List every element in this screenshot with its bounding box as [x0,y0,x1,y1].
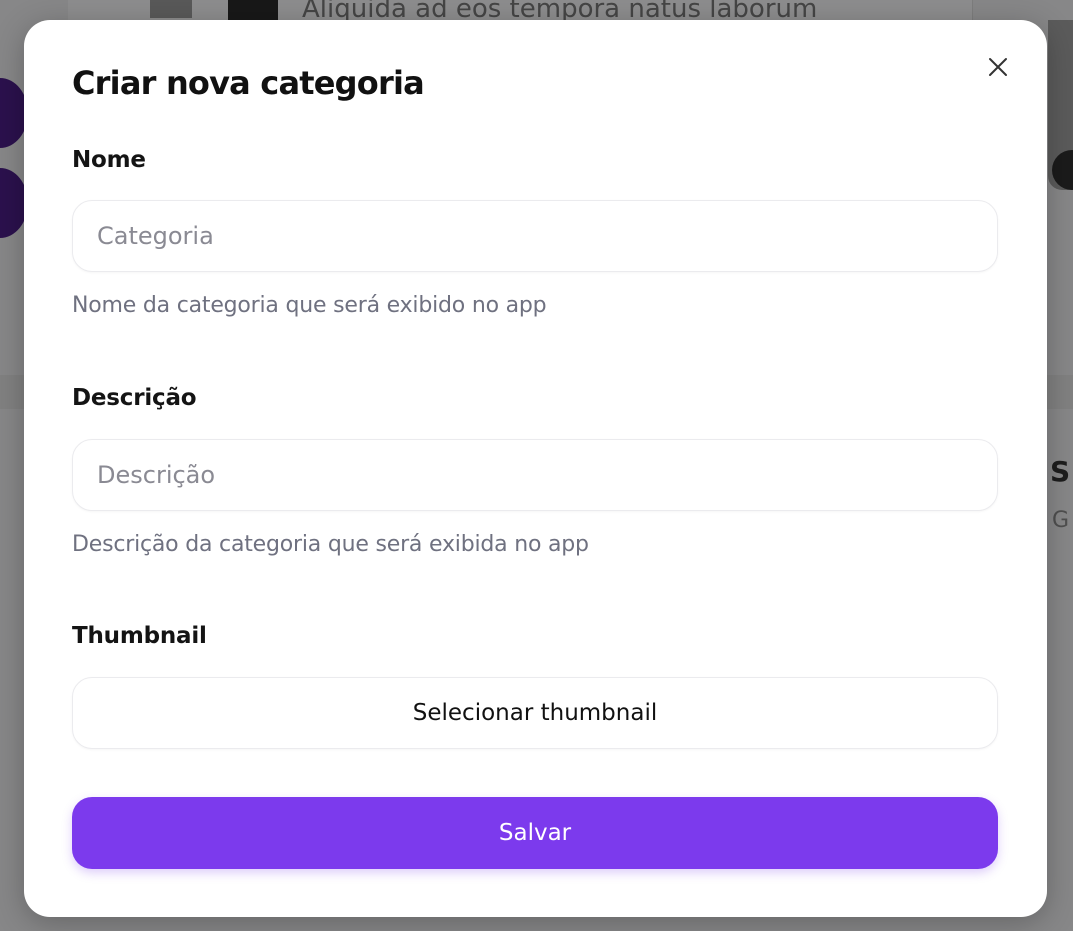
save-button[interactable]: Salvar [72,797,998,869]
description-helper-text: Descrição da categoria que será exibida … [72,532,589,557]
modal-title: Criar nova categoria [72,64,425,102]
close-button[interactable] [986,55,1010,79]
description-input[interactable] [72,439,998,511]
name-helper-text: Nome da categoria que será exibido no ap… [72,293,547,318]
select-thumbnail-button[interactable]: Selecionar thumbnail [72,677,998,749]
name-label: Nome [72,147,146,173]
close-icon [989,58,1007,76]
thumbnail-label: Thumbnail [72,623,207,649]
description-label: Descrição [72,385,197,411]
create-category-modal: Criar nova categoria Nome Nome da catego… [24,20,1047,917]
name-input[interactable] [72,200,998,272]
